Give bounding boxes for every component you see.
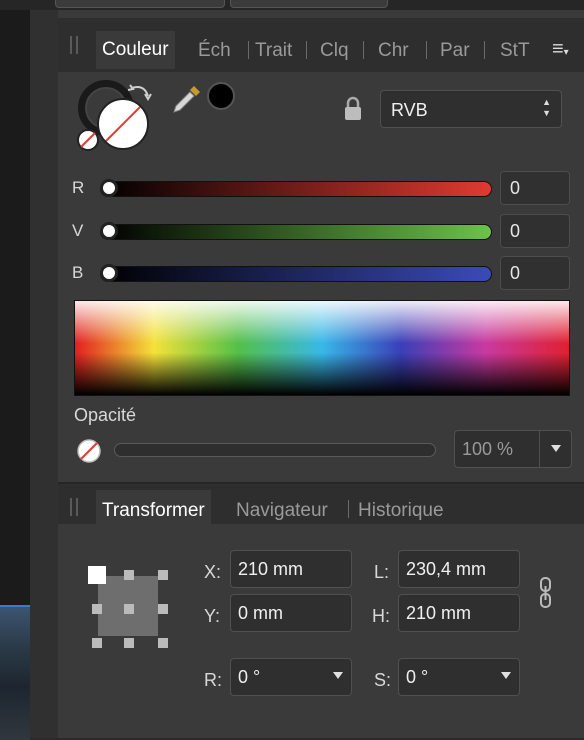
- tab-historique[interactable]: Historique: [358, 500, 444, 522]
- green-slider-track[interactable]: [100, 224, 492, 240]
- x-field[interactable]: 210 mm: [230, 550, 352, 588]
- panel-grip-icon[interactable]: [70, 36, 78, 54]
- y-label: Y:: [204, 606, 221, 626]
- tab-couleur[interactable]: Couleur: [96, 31, 175, 69]
- tab-clq[interactable]: Clq: [320, 40, 349, 62]
- swap-arrows-icon[interactable]: [127, 82, 154, 111]
- anchor-point-selected[interactable]: [88, 566, 106, 584]
- green-slider-knob[interactable]: [100, 222, 118, 240]
- slider-label-r: R: [72, 178, 85, 197]
- tab-navigateur[interactable]: Navigateur: [236, 500, 328, 522]
- green-value-field[interactable]: 0: [500, 214, 570, 248]
- panel-grip-icon[interactable]: [70, 498, 78, 516]
- color-model-select[interactable]: RVB ▲ ▼: [380, 90, 562, 128]
- panel-divider: [30, 0, 58, 738]
- slider-label-v: V: [72, 221, 84, 240]
- tab-ech[interactable]: Éch: [198, 40, 231, 62]
- toolbar-button-group[interactable]: [230, 0, 388, 8]
- rotation-field[interactable]: 0 °: [230, 658, 352, 696]
- opacity-slider[interactable]: [114, 443, 436, 457]
- color-spectrum[interactable]: [74, 300, 570, 396]
- blue-value-field[interactable]: 0: [500, 256, 570, 290]
- no-fill-icon[interactable]: [76, 438, 102, 469]
- blue-slider-knob[interactable]: [100, 264, 118, 282]
- canvas-image: [0, 605, 30, 740]
- shear-field[interactable]: 0 °: [398, 658, 520, 696]
- dropdown-caret-icon: [333, 672, 343, 679]
- color-panel-tabstrip: Couleur Éch Trait Clq Chr Par StT ≡▾: [58, 18, 584, 72]
- tab-transformer[interactable]: Transformer: [96, 490, 211, 530]
- shear-label: S:: [374, 670, 392, 690]
- transform-panel-tabstrip: Transformer Navigateur Historique: [58, 484, 584, 530]
- tab-par[interactable]: Par: [440, 40, 470, 62]
- eyedropper-icon[interactable]: [170, 80, 206, 121]
- x-label: X:: [204, 562, 222, 582]
- anchor-grid-icon[interactable]: [88, 566, 172, 650]
- tab-stt[interactable]: StT: [500, 40, 530, 62]
- h-label: H:: [372, 606, 390, 626]
- slider-label-b: B: [72, 263, 84, 282]
- studio-panels: Couleur Éch Trait Clq Chr Par StT ≡▾ RVB…: [58, 10, 584, 738]
- tab-trait[interactable]: Trait: [255, 40, 292, 62]
- toolbar-remnant: [0, 0, 584, 10]
- l-label: L:: [374, 562, 390, 582]
- toolbar-button-group[interactable]: [55, 0, 225, 8]
- red-value-field[interactable]: 0: [500, 171, 570, 205]
- red-slider-knob[interactable]: [100, 179, 118, 197]
- canvas-edge: [0, 0, 58, 740]
- height-field[interactable]: 210 mm: [398, 594, 520, 632]
- width-field[interactable]: 230,4 mm: [398, 550, 520, 588]
- link-icon[interactable]: [538, 576, 554, 615]
- lock-icon[interactable]: [344, 96, 362, 127]
- tab-chr[interactable]: Chr: [378, 40, 409, 62]
- blue-slider-track[interactable]: [100, 266, 492, 282]
- opacity-label: Opacité: [74, 405, 137, 425]
- opacity-field[interactable]: 100 %: [454, 430, 572, 468]
- dropdown-caret-icon: [501, 672, 511, 679]
- document-canvas[interactable]: [0, 0, 30, 605]
- panel-menu-icon[interactable]: ≡▾: [552, 38, 569, 61]
- picked-color-swatch[interactable]: [207, 82, 235, 110]
- dropdown-caret-icon: [551, 445, 561, 452]
- y-field[interactable]: 0 mm: [230, 594, 352, 632]
- red-slider-track[interactable]: [100, 181, 492, 197]
- stepper-arrows-icon: ▲ ▼: [542, 97, 551, 118]
- rotation-label: R:: [204, 670, 222, 690]
